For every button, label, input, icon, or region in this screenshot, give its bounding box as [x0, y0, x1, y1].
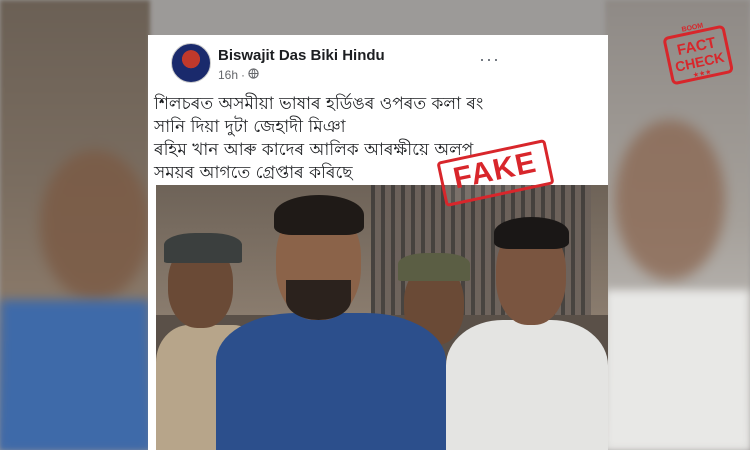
author-avatar[interactable] [171, 43, 211, 83]
blurred-shirt [605, 290, 750, 450]
man-blue-shirt-body [216, 313, 446, 450]
blurred-left-photo [0, 0, 150, 450]
blurred-face [40, 150, 150, 300]
author-name[interactable]: Biswajit Das Biki Hindu [218, 47, 385, 64]
man-white-shirt-hair [494, 217, 569, 249]
post-header: Biswajit Das Biki Hindu 16h · ··· [148, 35, 608, 90]
man-white-shirt-body [446, 320, 608, 450]
blurred-face [615, 120, 725, 280]
post-photo[interactable] [156, 185, 608, 450]
boom-fact-check-logo: BOOM FACT CHECK ★★★ [662, 18, 734, 90]
man-blue-shirt-beard [286, 280, 351, 320]
meta-separator: · [241, 68, 246, 82]
man-blue-shirt-hair [274, 195, 364, 235]
officer-cap [398, 253, 470, 281]
post-text-line: সানি দিয়া দুটা জেহাদী মিঞা [154, 117, 346, 137]
police-cap [164, 233, 242, 263]
blurred-shirt [0, 300, 150, 450]
post-meta: 16h · [218, 68, 259, 82]
post-text-line: শিলচৰত অসমীয়া ভাষাৰ হৰ্ডিঙৰ ওপৰত কলা ৰং [154, 94, 484, 114]
facebook-post-card: Biswajit Das Biki Hindu 16h · ··· শিলচৰত… [148, 35, 608, 450]
globe-icon [248, 68, 259, 82]
more-dots-icon[interactable]: ··· [479, 49, 500, 70]
post-time[interactable]: 16h [218, 68, 238, 82]
